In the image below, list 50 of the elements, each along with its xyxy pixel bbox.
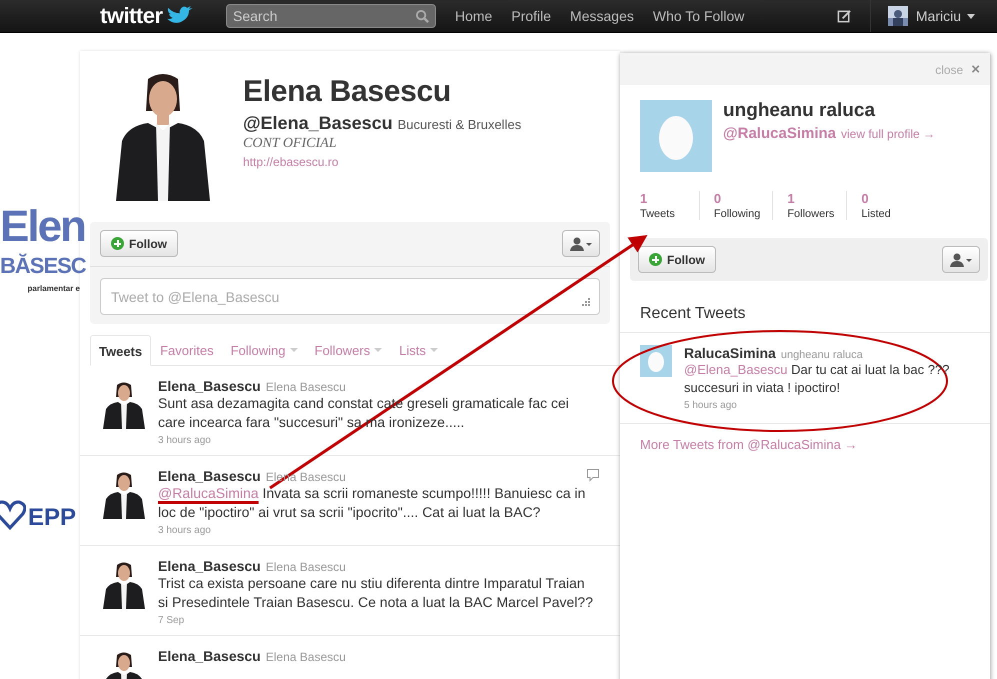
user-actions-button[interactable] — [942, 246, 980, 273]
resize-grip-icon — [582, 298, 590, 306]
egg-avatar-icon — [640, 345, 672, 377]
twitter-logo[interactable]: twitter — [100, 3, 210, 29]
stat-link[interactable]: 1 Followers — [787, 191, 848, 220]
user-menu[interactable]: Mariciu — [916, 8, 975, 24]
background-logo-caption: parlamentar e — [26, 284, 80, 293]
tweet-author[interactable]: Elena_Basescu — [158, 648, 261, 664]
profile-location: Bucuresti & Bruxelles — [398, 117, 522, 132]
background-logo-text: BĂSESC — [0, 254, 86, 278]
background-logo-text: Elen — [0, 201, 86, 253]
section-title: Recent Tweets — [640, 305, 747, 324]
reply-icon[interactable] — [586, 468, 600, 482]
search-field[interactable]: Search — [226, 4, 436, 28]
follow-button[interactable]: Follow — [638, 246, 716, 273]
profile-handle: @Elena_Basescu — [243, 113, 393, 134]
nav-link[interactable]: Messages — [570, 8, 634, 24]
stat-link[interactable]: 0 Following — [714, 191, 774, 220]
person-dropdown-icon — [570, 236, 592, 250]
stat-link[interactable]: 0 Listed — [861, 191, 915, 220]
nav-link[interactable]: Who To Follow — [652, 8, 744, 24]
profile-name: Elena Basescu — [243, 75, 452, 109]
stat-link[interactable]: 1 Tweets — [640, 191, 700, 220]
nav-link[interactable]: Home — [455, 8, 492, 24]
tweet-author[interactable]: Elena_Basescu — [158, 378, 261, 394]
tweet-author-name: ungheanu raluca — [780, 349, 863, 361]
party-logo-text: EPP — [28, 504, 76, 532]
tweet-author-name: Elena Basescu — [266, 380, 346, 394]
tweet-author-name: Elena Basescu — [266, 560, 346, 574]
compose-icon[interactable] — [836, 8, 852, 24]
person-dropdown-icon — [950, 252, 972, 266]
tweet-author[interactable]: Elena_Basescu — [158, 468, 261, 484]
follow-button[interactable]: Follow — [100, 230, 178, 257]
egg-avatar-icon — [640, 100, 712, 172]
tweet-author[interactable]: RalucaSimina — [684, 345, 776, 361]
tweet-box[interactable]: Tweet to @Elena_Basescu — [100, 278, 600, 315]
user-actions-button[interactable] — [562, 230, 600, 257]
profile-name: ungheanu raluca — [723, 100, 876, 122]
nav-link[interactable]: Profile — [511, 8, 552, 24]
tweet-text: Trist ca exista persoane care nu stiu diferenta dintre Imparatul Traian si Presedintele Traian Basescu. Ce nota a luat la BAC Marcel Pavel?? — [158, 574, 594, 612]
plus-icon — [111, 237, 124, 250]
search-icon[interactable] — [415, 9, 430, 24]
tab[interactable]: Tweets — [90, 335, 152, 366]
profile-bio: CONT OFICIAL — [243, 136, 338, 152]
tweet-author[interactable]: Elena_Basescu — [158, 558, 261, 574]
caret-icon — [967, 14, 975, 18]
tweet-author-name: Elena Basescu — [266, 650, 346, 664]
plus-icon — [649, 253, 662, 266]
tweet-text: @RalucaSimina Invata sa scrii romaneste scumpo!!!!! Banuiesc ca in loc de "ipoctiro" ai vrut sa scrii "ipocrito".... Cat ai luat la BAC? — [158, 484, 586, 522]
heart-icon — [0, 498, 26, 532]
